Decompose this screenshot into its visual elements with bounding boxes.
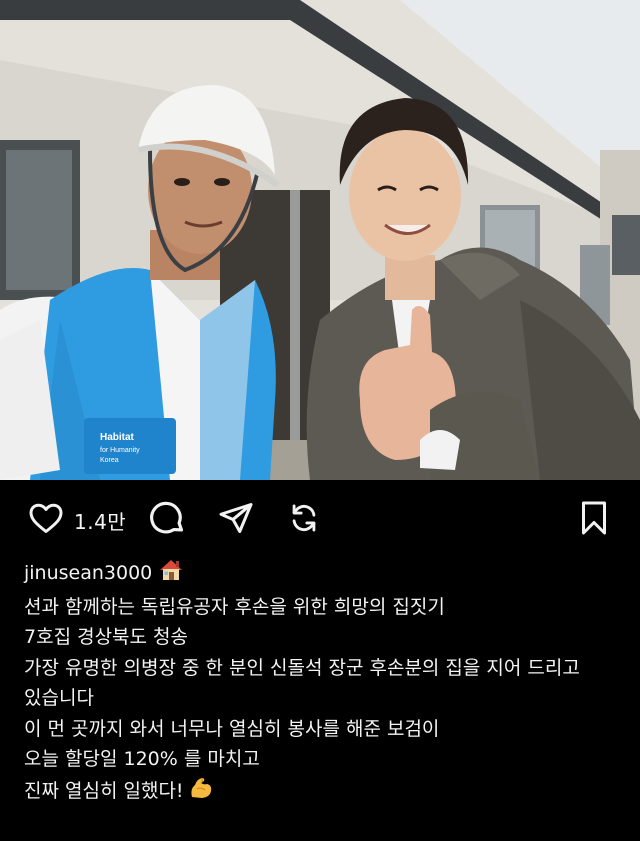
svg-text:for Humanity: for Humanity [100,447,140,454]
bookmark-icon [582,501,606,535]
svg-text:Korea: Korea [100,457,119,464]
repost-button[interactable] [284,498,324,538]
caption-line: 션과 함께하는 독립유공자 후손을 위한 희망의 집짓기 [24,595,445,618]
username-link[interactable]: jinusean3000 [24,562,152,584]
like-count[interactable]: 1.4만 [74,506,126,535]
caption-header: jinusean3000 [24,558,624,592]
post-photo[interactable]: Habitat for Humanity Korea [0,0,640,480]
caption-line: 진짜 열심히 일했다! [24,779,184,802]
caption-line: 있습니다 [24,687,94,709]
caption-line: 오늘 할당일 120% 를 마치고 [24,748,260,770]
flexed-biceps-icon [188,775,214,811]
save-button[interactable] [574,498,614,538]
share-button[interactable] [216,498,256,538]
caption-line: 7호집 경상북도 청송 [24,626,189,648]
caption-line: 가장 유명한 의병장 중 한 분인 신돌석 장군 후손분의 집을 지어 드리고 [24,656,580,679]
caption-line: 이 먼 곳까지 와서 너무나 열심히 봉사를 해준 보검이 [24,717,440,740]
like-button[interactable] [26,498,66,538]
comment-button[interactable] [148,498,188,538]
selfie-image: Habitat for Humanity Korea [0,0,640,480]
house-emoji-icon [158,558,184,592]
post-caption: jinusean3000 션과 함께하는 독립유공자 후손을 위한 희망의 집짓… [24,558,624,810]
send-icon [219,503,253,533]
vest-logo-text: Habitat [100,432,135,443]
heart-icon [29,503,63,533]
caption-last-line: 진짜 열심히 일했다! [24,775,624,811]
comment-icon [150,501,184,534]
repost-icon [292,504,316,532]
